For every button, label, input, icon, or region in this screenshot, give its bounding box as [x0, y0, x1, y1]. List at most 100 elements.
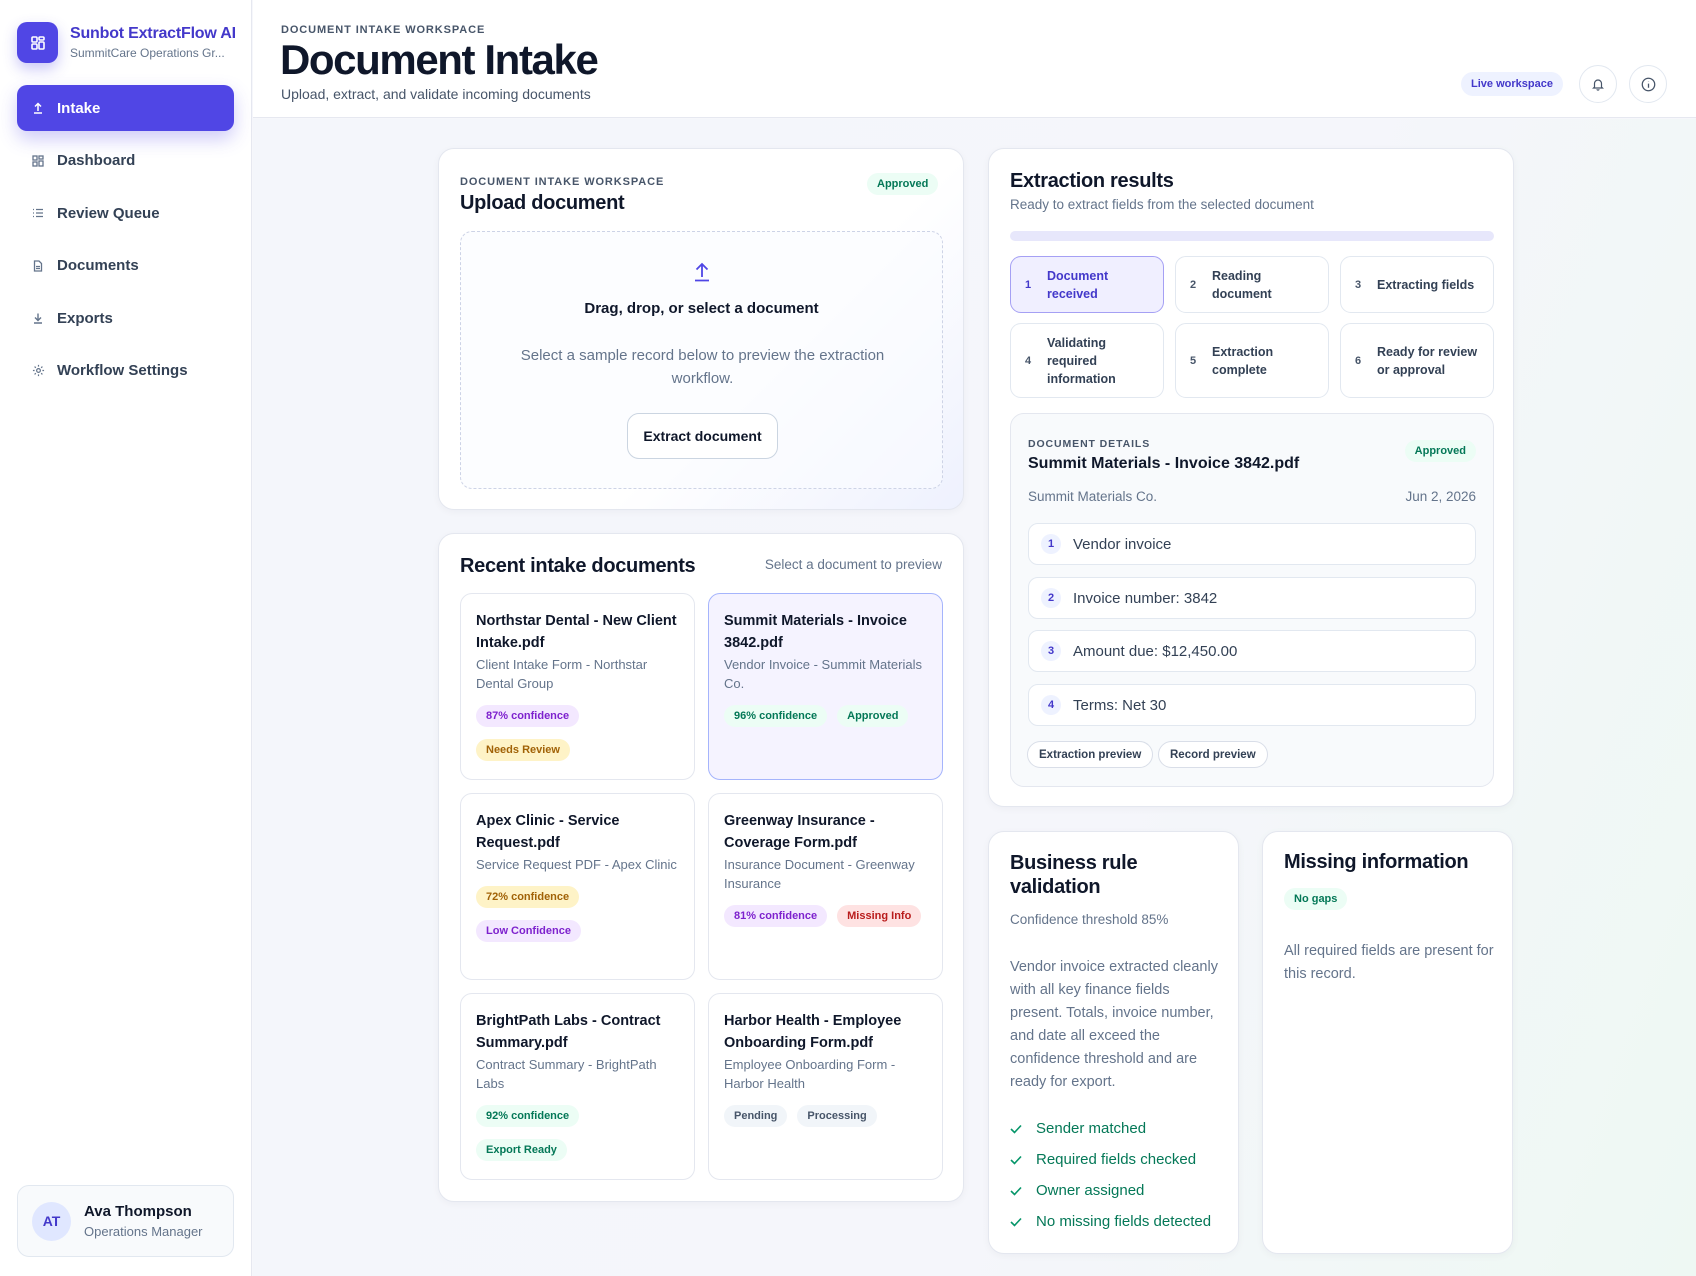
check-icon — [1010, 1155, 1024, 1165]
details-vendor: Summit Materials Co. — [1028, 489, 1158, 504]
extracted-field[interactable]: 4 Terms: Net 30 — [1028, 684, 1476, 726]
org-name: SummitCare Operations Gr... — [70, 46, 225, 60]
app-logo-icon — [17, 22, 58, 63]
brand[interactable]: Sunbot ExtractFlow AI SummitCare Operati… — [17, 22, 236, 63]
field-number: 2 — [1041, 588, 1061, 608]
extraction-title: Extraction results — [1010, 170, 1174, 192]
field-number: 4 — [1041, 695, 1061, 715]
info-button[interactable] — [1629, 65, 1667, 103]
recent-title: Recent intake documents — [460, 555, 696, 577]
sidebar-item-intake[interactable]: Intake — [17, 85, 234, 131]
step-extracting-fields[interactable]: 3 Extracting fields — [1340, 256, 1494, 313]
step-document-received[interactable]: 1 Document received — [1010, 256, 1164, 313]
details-date: Jun 2, 2026 — [1405, 489, 1476, 504]
document-tile-summit[interactable]: Summit Materials - Invoice 3842.pdf Vend… — [708, 593, 943, 780]
step-number: 6 — [1355, 354, 1362, 367]
user-profile-card[interactable]: AT Ava Thompson Operations Manager — [17, 1185, 234, 1257]
document-meta: Contract Summary - BrightPath Labs — [476, 1057, 657, 1091]
document-tile-apex[interactable]: Apex Clinic - Service Request.pdf Servic… — [460, 793, 695, 980]
rule-check-label: Owner assigned — [1036, 1182, 1145, 1199]
extract-document-button[interactable]: Extract document — [627, 413, 778, 459]
document-details-panel: DOCUMENT DETAILS Summit Materials - Invo… — [1010, 413, 1494, 787]
rule-check-item: Owner assigned — [1010, 1175, 1235, 1206]
bell-icon — [1591, 77, 1605, 91]
extraction-preview-chip[interactable]: Extraction preview — [1027, 741, 1154, 768]
status-badge: Export Ready — [476, 1139, 567, 1161]
field-text: Vendor invoice — [1073, 535, 1172, 553]
dropzone-hint: Select a sample record below to preview … — [520, 347, 885, 387]
info-icon — [1641, 77, 1656, 92]
sidebar-item-documents[interactable]: Documents — [17, 243, 234, 289]
sidebar-item-workflow-settings[interactable]: Workflow Settings — [17, 348, 234, 394]
user-name: Ava Thompson — [84, 1203, 192, 1220]
rule-check-item: No missing fields detected — [1010, 1206, 1235, 1237]
upload-title: Upload document — [460, 192, 625, 214]
step-label: Document received — [1047, 268, 1109, 301]
gear-icon — [31, 364, 45, 378]
recent-hint: Select a document to preview — [764, 557, 942, 572]
check-icon — [1010, 1186, 1024, 1196]
document-tile-greenway[interactable]: Greenway Insurance - Coverage Form.pdf I… — [708, 793, 943, 980]
grid-icon — [31, 154, 45, 168]
sidebar-nav: Intake Dashboard Review Queue Documents … — [17, 85, 234, 400]
dropzone-title: Drag, drop, or select a document — [584, 300, 819, 317]
status-badge: Missing Info — [837, 905, 922, 927]
step-extraction-complete[interactable]: 5 Extraction complete — [1175, 323, 1329, 398]
sidebar-item-label: Intake — [57, 99, 101, 117]
step-label: Validating required information — [1047, 335, 1116, 386]
step-validating-required-information[interactable]: 4 Validating required information — [1010, 323, 1164, 398]
confidence-threshold: Confidence threshold 85% — [1010, 912, 1169, 927]
recent-documents-card: Recent intake documents Select a documen… — [438, 533, 964, 1202]
record-preview-chip[interactable]: Record preview — [1158, 741, 1268, 768]
details-document-name: Summit Materials - Invoice 3842.pdf — [1028, 455, 1300, 472]
extracted-field[interactable]: 2 Invoice number: 3842 — [1028, 577, 1476, 619]
sidebar-item-exports[interactable]: Exports — [17, 295, 234, 341]
rule-check-label: No missing fields detected — [1036, 1213, 1212, 1230]
rules-summary: Vendor invoice extracted cleanly with al… — [1010, 959, 1218, 1090]
step-number: 2 — [1190, 278, 1197, 291]
avatar: AT — [32, 1201, 71, 1241]
sidebar-item-review-queue[interactable]: Review Queue — [17, 190, 234, 236]
upload-eyebrow: DOCUMENT INTAKE WORKSPACE — [460, 176, 665, 188]
user-role: Operations Manager — [84, 1224, 203, 1239]
missing-text: All required fields are present for this… — [1284, 943, 1494, 982]
no-gaps-badge: No gaps — [1284, 888, 1348, 910]
confidence-badge: Pending — [724, 1105, 788, 1127]
extraction-subtitle: Ready to extract fields from the selecte… — [1010, 197, 1314, 212]
extracted-field[interactable]: 3 Amount due: $12,450.00 — [1028, 630, 1476, 672]
notifications-button[interactable] — [1579, 65, 1617, 103]
document-meta: Service Request PDF - Apex Clinic — [476, 857, 677, 872]
extracted-field[interactable]: 1 Vendor invoice — [1028, 523, 1476, 565]
document-icon — [31, 259, 45, 273]
field-number: 3 — [1041, 641, 1061, 661]
rule-check-label: Required fields checked — [1036, 1151, 1197, 1168]
page-header: DOCUMENT INTAKE WORKSPACE Document Intak… — [253, 0, 1696, 118]
field-text: Amount due: $12,450.00 — [1073, 642, 1238, 660]
sidebar: Sunbot ExtractFlow AI SummitCare Operati… — [0, 0, 252, 1276]
dropzone[interactable]: Drag, drop, or select a document Select … — [460, 231, 943, 489]
step-label: Ready for review or approval — [1377, 344, 1478, 377]
confidence-badge: 72% confidence — [476, 886, 580, 908]
upload-arrow-icon — [461, 262, 942, 287]
sidebar-item-label: Exports — [57, 309, 113, 327]
document-name: Northstar Dental - New Client Intake.pdf — [476, 613, 677, 651]
step-ready-for-review[interactable]: 6 Ready for review or approval — [1340, 323, 1494, 398]
step-number: 1 — [1025, 278, 1032, 291]
step-label: Reading document — [1212, 268, 1272, 301]
extraction-steps: 1 Document received 2 Reading document 3… — [1010, 256, 1494, 398]
page-subtitle: Upload, extract, and validate incoming d… — [281, 86, 591, 102]
sidebar-item-label: Review Queue — [57, 204, 160, 222]
check-icon — [1010, 1217, 1024, 1227]
download-icon — [31, 311, 45, 325]
document-name: Apex Clinic - Service Request.pdf — [476, 813, 620, 851]
sidebar-item-dashboard[interactable]: Dashboard — [17, 138, 234, 184]
document-tile-harbor[interactable]: Harbor Health - Employee Onboarding Form… — [708, 993, 943, 1180]
details-eyebrow: DOCUMENT DETAILS — [1028, 438, 1151, 450]
step-label: Extracting fields — [1377, 277, 1475, 292]
document-tile-brightpath[interactable]: BrightPath Labs - Contract Summary.pdf C… — [460, 993, 695, 1180]
step-number: 3 — [1355, 278, 1362, 291]
step-reading-document[interactable]: 2 Reading document — [1175, 256, 1329, 313]
document-tile-northstar[interactable]: Northstar Dental - New Client Intake.pdf… — [460, 593, 695, 780]
page-title: Document Intake — [280, 36, 599, 83]
business-rule-card: Business rule validation Confidence thre… — [988, 831, 1239, 1254]
